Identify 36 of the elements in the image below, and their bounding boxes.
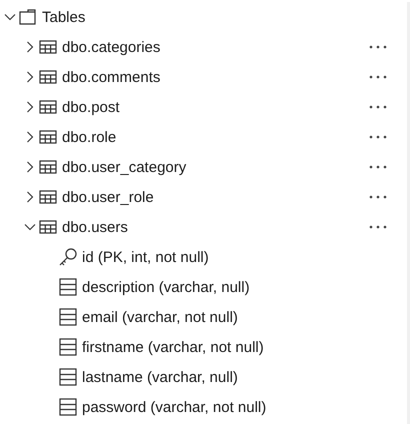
expanded-chevron-icon[interactable] bbox=[4, 11, 16, 23]
column-icon bbox=[58, 397, 78, 417]
tree-item-label[interactable]: Tables bbox=[42, 8, 86, 26]
folder-icon bbox=[18, 7, 38, 27]
collapsed-chevron-icon[interactable] bbox=[24, 131, 36, 143]
tree-item-label[interactable]: dbo.users bbox=[62, 218, 128, 236]
more-options-icon[interactable] bbox=[369, 135, 387, 139]
tree-item-label[interactable]: dbo.user_category bbox=[62, 158, 186, 176]
tree-item-label[interactable]: firstname (varchar, not null) bbox=[82, 338, 264, 356]
more-options-icon[interactable] bbox=[369, 165, 387, 169]
column-icon bbox=[58, 307, 78, 327]
tree-item-label[interactable]: dbo.user_role bbox=[62, 188, 154, 206]
column-icon bbox=[58, 337, 78, 357]
tree-item-label[interactable]: description (varchar, null) bbox=[82, 278, 250, 296]
collapsed-chevron-icon[interactable] bbox=[24, 161, 36, 173]
collapsed-chevron-icon[interactable] bbox=[24, 71, 36, 83]
more-options-icon[interactable] bbox=[369, 225, 387, 229]
collapsed-chevron-icon[interactable] bbox=[24, 101, 36, 113]
tree-item-label[interactable]: dbo.post bbox=[62, 98, 120, 116]
expanded-chevron-icon[interactable] bbox=[24, 221, 36, 233]
tree-item-label[interactable]: dbo.categories bbox=[62, 38, 160, 56]
column-icon bbox=[58, 367, 78, 387]
more-options-icon[interactable] bbox=[369, 105, 387, 109]
tree-item-label[interactable]: dbo.role bbox=[62, 128, 116, 146]
more-options-icon[interactable] bbox=[369, 45, 387, 49]
collapsed-chevron-icon[interactable] bbox=[24, 191, 36, 203]
tree-item-label[interactable]: id (PK, int, not null) bbox=[82, 248, 209, 266]
column-icon bbox=[58, 277, 78, 297]
more-options-icon[interactable] bbox=[369, 75, 387, 79]
key-icon bbox=[58, 247, 78, 267]
tree-item-label[interactable]: lastname (varchar, null) bbox=[82, 368, 238, 386]
more-options-icon[interactable] bbox=[369, 195, 387, 199]
collapsed-chevron-icon[interactable] bbox=[24, 41, 36, 53]
tree-item-label[interactable]: dbo.comments bbox=[62, 68, 160, 86]
tree-item-label[interactable]: password (varchar, not null) bbox=[82, 398, 266, 416]
tree-item-label[interactable]: email (varchar, not null) bbox=[82, 308, 238, 326]
